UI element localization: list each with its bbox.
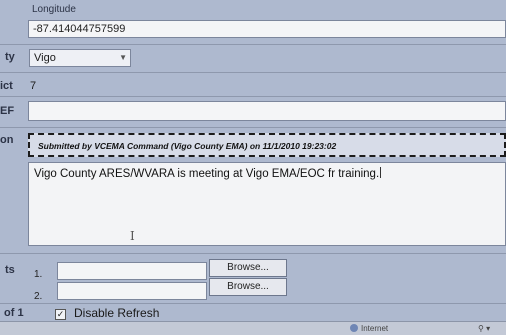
longitude-label: Longitude — [32, 4, 76, 15]
description-label: on — [0, 134, 14, 146]
ef-label: EF — [0, 105, 15, 117]
status-bar: Internet ⚲ ▾ — [0, 321, 506, 335]
ict-label: ict — [0, 80, 13, 92]
globe-icon — [350, 324, 358, 332]
page-count-label: of 1 — [4, 307, 24, 319]
county-select-value: Vigo — [34, 52, 56, 64]
attachments-label: ts — [5, 264, 15, 276]
divider — [0, 127, 506, 128]
form-screen: Longitude -87.414044757599 ty Vigo ▼ ict… — [0, 0, 506, 335]
divider — [0, 44, 506, 45]
checkmark-icon: ✓ — [56, 309, 65, 319]
ibeam-cursor-icon: I — [130, 229, 135, 243]
zoom-control[interactable]: ⚲ ▾ — [478, 324, 490, 333]
disable-refresh-checkbox[interactable]: ✓ — [55, 309, 66, 320]
ict-value: 7 — [30, 80, 37, 92]
submitted-note-text: Submitted by VCEMA Command (Vigo County … — [38, 141, 337, 151]
county-label: ty — [5, 51, 15, 63]
disable-refresh-label: Disable Refresh — [74, 306, 160, 320]
internet-zone-label: Internet — [361, 324, 389, 333]
divider — [0, 303, 506, 304]
description-text: Vigo County ARES/WVARA is meeting at Vig… — [34, 168, 380, 180]
county-select[interactable]: Vigo ▼ — [29, 49, 131, 67]
description-textarea[interactable]: Vigo County ARES/WVARA is meeting at Vig… — [28, 162, 506, 246]
attachment-number-2: 2. — [34, 291, 43, 302]
longitude-field[interactable]: -87.414044757599 — [28, 20, 506, 38]
chevron-down-icon: ▼ — [119, 53, 127, 62]
ef-input[interactable] — [28, 101, 506, 121]
divider — [0, 72, 506, 73]
divider — [0, 253, 506, 254]
attachment-number-1: 1. — [34, 269, 43, 280]
browse-button-1[interactable]: Browse... — [209, 259, 287, 277]
attachment-file-input-1[interactable] — [57, 262, 207, 280]
browse-button-2[interactable]: Browse... — [209, 278, 287, 296]
internet-zone: Internet — [350, 324, 388, 333]
attachment-file-input-2[interactable] — [57, 282, 207, 300]
submitted-note: Submitted by VCEMA Command (Vigo County … — [28, 133, 506, 157]
divider — [0, 96, 506, 97]
text-caret — [380, 167, 382, 178]
